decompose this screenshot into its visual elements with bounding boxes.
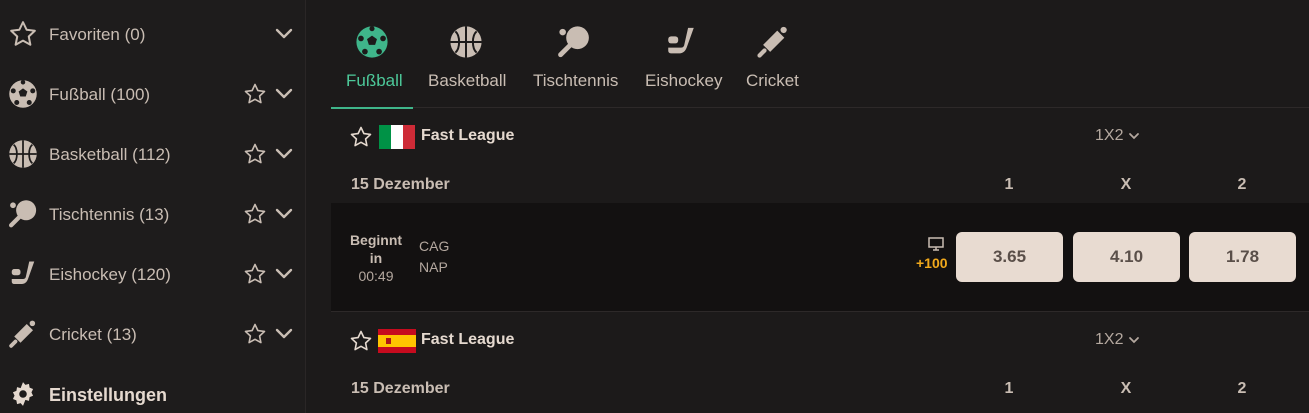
tab-football[interactable]: Fußball bbox=[331, 0, 413, 109]
sidebar-item-label: Favoriten (0) bbox=[49, 25, 146, 44]
event-row[interactable]: Beginnt in 00:49 CAG NAP +100 3.65 4.10 … bbox=[331, 203, 1309, 312]
odds-header-1: 1 bbox=[1004, 176, 1014, 193]
market-label: 1X2 bbox=[1095, 331, 1124, 348]
odds-button-home[interactable]: 3.65 bbox=[956, 232, 1063, 282]
sidebar-item-ice-hockey[interactable]: Eishockey (120) bbox=[0, 244, 305, 304]
sidebar-item-label: Basketball (112) bbox=[49, 145, 171, 164]
table-tennis-icon bbox=[8, 199, 38, 229]
cricket-icon bbox=[755, 24, 791, 60]
sidebar-item-label: Eishockey (120) bbox=[49, 265, 171, 284]
soccer-ball-icon bbox=[8, 79, 38, 109]
away-team: NAP bbox=[419, 259, 448, 275]
tab-label: Eishockey bbox=[645, 71, 723, 90]
chevron-down-icon bbox=[1129, 337, 1140, 344]
soccer-ball-icon bbox=[354, 24, 390, 60]
star-outline-icon[interactable] bbox=[243, 202, 267, 226]
star-outline-icon[interactable] bbox=[349, 125, 373, 149]
tab-ice-hockey[interactable]: Eishockey bbox=[645, 0, 723, 108]
star-outline-icon bbox=[8, 19, 38, 49]
tab-table-tennis[interactable]: Tischtennis bbox=[533, 0, 619, 108]
main-content: Fußball Basketball Tischtennis Eishockey bbox=[306, 0, 1309, 413]
active-tab-indicator bbox=[331, 107, 413, 109]
league-header: Fast League 1X2 bbox=[331, 114, 1309, 160]
chevron-down-icon[interactable] bbox=[275, 326, 293, 342]
tab-cricket[interactable]: Cricket bbox=[746, 0, 800, 108]
more-markets-count[interactable]: +100 bbox=[916, 255, 948, 271]
italy-flag-icon bbox=[378, 125, 416, 149]
odds-header-x: X bbox=[1120, 380, 1132, 397]
sport-tabs: Fußball Basketball Tischtennis Eishockey bbox=[331, 0, 1309, 109]
settings-label: Einstellungen bbox=[49, 385, 168, 405]
sidebar-item-table-tennis[interactable]: Tischtennis (13) bbox=[0, 184, 305, 244]
sidebar-item-cricket[interactable]: Cricket (13) bbox=[0, 304, 305, 364]
cricket-icon bbox=[8, 319, 38, 349]
league-title: Fast League bbox=[421, 127, 515, 144]
status-line: Beginnt bbox=[349, 232, 403, 248]
chevron-down-icon[interactable] bbox=[275, 86, 293, 102]
event-teams[interactable]: CAG NAP bbox=[419, 236, 449, 278]
tab-label: Cricket bbox=[746, 71, 799, 90]
market-label: 1X2 bbox=[1095, 127, 1124, 144]
sidebar-item-basketball[interactable]: Basketball (112) bbox=[0, 124, 305, 184]
date-header-row: 15 Dezember 1 X 2 bbox=[331, 172, 1309, 198]
tab-label: Tischtennis bbox=[533, 71, 619, 90]
market-selector[interactable]: 1X2 bbox=[1095, 127, 1140, 145]
market-selector[interactable]: 1X2 bbox=[1095, 331, 1140, 349]
chevron-down-icon[interactable] bbox=[275, 266, 293, 282]
chevron-down-icon[interactable] bbox=[275, 146, 293, 162]
chevron-down-icon bbox=[1129, 133, 1140, 140]
match-date: 15 Dezember bbox=[351, 176, 450, 193]
sidebar-item-label: Fußball (100) bbox=[49, 85, 151, 104]
gear-icon bbox=[8, 379, 38, 409]
sidebar-item-label: Tischtennis (13) bbox=[49, 205, 170, 224]
star-outline-icon[interactable] bbox=[243, 142, 267, 166]
home-team: CAG bbox=[419, 238, 450, 254]
odds-header-2: 2 bbox=[1237, 380, 1247, 397]
star-outline-icon[interactable] bbox=[349, 329, 373, 353]
odds-button-draw[interactable]: 4.10 bbox=[1073, 232, 1180, 282]
date-header-row: 15 Dezember 1 X 2 bbox=[331, 376, 1309, 402]
tab-basketball[interactable]: Basketball bbox=[428, 0, 507, 108]
chevron-down-icon[interactable] bbox=[275, 206, 293, 222]
star-outline-icon[interactable] bbox=[243, 262, 267, 286]
status-line: in bbox=[369, 250, 383, 266]
sidebar-item-label: Cricket (13) bbox=[49, 325, 137, 344]
tab-label: Fußball bbox=[346, 71, 403, 90]
hockey-icon bbox=[8, 259, 38, 289]
basketball-icon bbox=[448, 24, 484, 60]
countdown-time: 00:49 bbox=[358, 268, 394, 284]
match-date: 15 Dezember bbox=[351, 380, 450, 397]
chevron-down-icon[interactable] bbox=[275, 26, 293, 42]
star-outline-icon[interactable] bbox=[243, 82, 267, 106]
star-outline-icon[interactable] bbox=[243, 322, 267, 346]
odds-header-1: 1 bbox=[1004, 380, 1014, 397]
odds-button-away[interactable]: 1.78 bbox=[1189, 232, 1296, 282]
tv-icon bbox=[922, 237, 950, 256]
sidebar-item-favorites[interactable]: Favoriten (0) bbox=[0, 4, 305, 64]
event-start-status: Beginnt in 00:49 bbox=[345, 231, 407, 285]
tab-label: Basketball bbox=[428, 71, 507, 90]
odds-header-2: 2 bbox=[1237, 176, 1247, 193]
basketball-icon bbox=[8, 139, 38, 169]
spain-flag-icon bbox=[378, 329, 416, 353]
league-title: Fast League bbox=[421, 331, 515, 348]
sidebar-item-football[interactable]: Fußball (100) bbox=[0, 64, 305, 124]
hockey-icon bbox=[663, 24, 699, 60]
sidebar-item-settings[interactable]: Einstellungen bbox=[0, 364, 305, 413]
table-tennis-icon bbox=[556, 24, 592, 60]
league-header: Fast League 1X2 bbox=[331, 318, 1309, 364]
odds-header-x: X bbox=[1120, 176, 1132, 193]
sidebar: Favoriten (0) Fußball (100) Basketball (… bbox=[0, 0, 306, 413]
